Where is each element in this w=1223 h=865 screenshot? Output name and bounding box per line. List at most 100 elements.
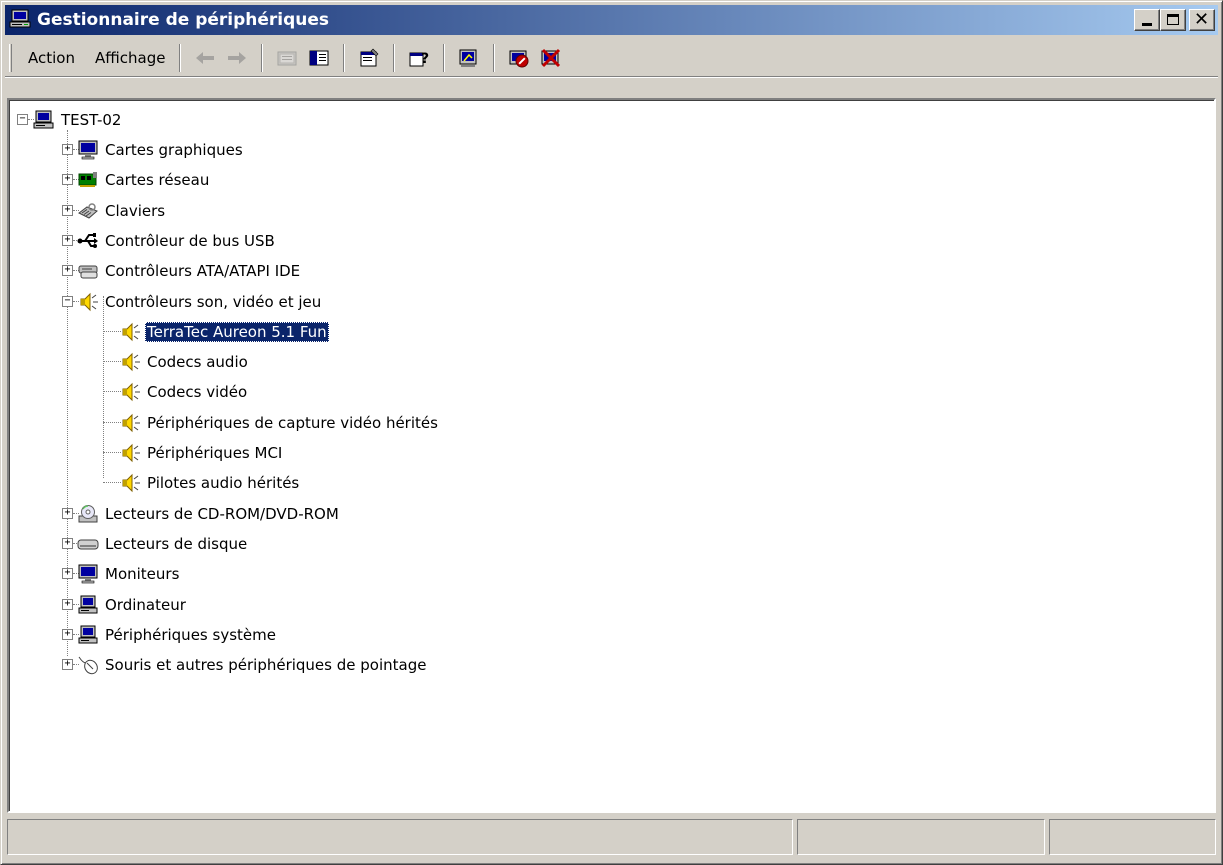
up-folder-button[interactable]	[272, 44, 302, 72]
expand-toggle[interactable]: +	[62, 599, 73, 610]
expand-toggle[interactable]: +	[62, 629, 73, 640]
tree-category-label: Souris et autres périphériques de pointa…	[105, 656, 427, 674]
close-button[interactable]: ✕	[1189, 9, 1215, 31]
show-hide-tree-button[interactable]	[304, 44, 334, 72]
back-button[interactable]	[190, 44, 220, 72]
computer-icon	[33, 109, 55, 131]
scan-hardware-button[interactable]	[454, 44, 484, 72]
tree-category-label: Lecteurs de CD-ROM/DVD-ROM	[105, 505, 339, 523]
properties-button[interactable]	[354, 44, 384, 72]
expand-toggle[interactable]: +	[62, 659, 73, 670]
minimize-icon	[1142, 23, 1152, 26]
tree-device-label: Codecs vidéo	[147, 383, 248, 401]
tree-device-label-selected: TerraTec Aureon 5.1 Fun	[145, 322, 329, 342]
tree-device[interactable]: Codecs vidéo	[119, 380, 249, 404]
menu-action-label: Action	[28, 48, 75, 67]
disable-device-icon	[509, 50, 529, 67]
network-card-icon	[77, 169, 99, 191]
maximize-icon	[1167, 14, 1179, 25]
tree-device-label: Périphériques de capture vidéo hérités	[147, 414, 438, 432]
tree-category-label: Cartes réseau	[105, 171, 210, 189]
computer-icon	[9, 9, 33, 31]
minimize-button[interactable]	[1134, 9, 1160, 31]
tree-category-label: Moniteurs	[105, 565, 180, 583]
collapse-toggle[interactable]: −	[17, 114, 28, 125]
menu-view-label: Affichage	[94, 48, 166, 67]
tree-category[interactable]: Périphériques système	[77, 623, 278, 647]
expand-toggle[interactable]: +	[62, 265, 73, 276]
tree-category[interactable]: Contrôleurs ATA/ATAPI IDE	[77, 259, 302, 283]
console-tree-icon	[309, 50, 329, 65]
tree-category[interactable]: Cartes réseau	[77, 168, 211, 192]
tree-category-label: Contrôleur de bus USB	[105, 232, 275, 250]
menu-grip[interactable]	[9, 43, 12, 72]
tree-category-label: Lecteurs de disque	[105, 535, 248, 553]
title-bar[interactable]: Gestionnaire de périphériques ✕	[5, 5, 1218, 35]
expand-toggle[interactable]: +	[62, 568, 73, 579]
tree-device-label: Périphériques MCI	[147, 444, 283, 462]
expand-toggle[interactable]: +	[62, 174, 73, 185]
tree-category-label: Contrôleurs ATA/ATAPI IDE	[105, 262, 301, 280]
tree-category[interactable]: Contrôleur de bus USB	[77, 229, 277, 253]
tree-category[interactable]: Souris et autres périphériques de pointa…	[77, 653, 428, 677]
maximize-button[interactable]	[1160, 9, 1186, 31]
system-device-icon	[77, 624, 99, 646]
toolbar-separator	[493, 43, 496, 72]
uninstall-device-button[interactable]	[536, 44, 566, 72]
status-bar	[5, 819, 1218, 855]
forward-button[interactable]	[222, 44, 252, 72]
folder-up-icon	[277, 51, 297, 65]
status-cell-main	[7, 819, 793, 855]
toolbar-separator	[343, 43, 346, 72]
tree-category[interactable]: Claviers	[77, 199, 167, 223]
expand-toggle[interactable]: +	[62, 235, 73, 246]
tree-root-label: TEST-02	[61, 111, 122, 129]
scan-hardware-icon	[459, 49, 477, 67]
display-adapter-icon	[77, 139, 99, 161]
tree-category-label: Contrôleurs son, vidéo et jeu	[105, 293, 322, 311]
tree-device[interactable]: TerraTec Aureon 5.1 Fun	[119, 320, 329, 344]
tree-category[interactable]: Lecteurs de disque	[77, 532, 249, 556]
tree-category[interactable]: Contrôleurs son, vidéo et jeu	[77, 290, 323, 314]
disable-device-button[interactable]	[504, 44, 534, 72]
tree-category-label: Cartes graphiques	[105, 141, 243, 159]
device-tree: − TEST-02 + Cartes graphiques + Cartes rése…	[9, 100, 1214, 811]
help-icon: ?	[409, 51, 430, 67]
collapse-toggle[interactable]: −	[62, 296, 73, 307]
toolbar-separator	[261, 43, 264, 72]
toolbar-separator	[393, 43, 396, 72]
expand-toggle[interactable]: +	[62, 205, 73, 216]
help-button[interactable]: ?	[404, 44, 434, 72]
close-icon: ✕	[1194, 9, 1210, 30]
tree-category[interactable]: Lecteurs de CD-ROM/DVD-ROM	[77, 502, 341, 526]
tree-device[interactable]: Périphériques de capture vidéo hérités	[119, 411, 440, 435]
window-controls: ✕	[1134, 9, 1215, 31]
tree-device[interactable]: Pilotes audio hérités	[119, 471, 301, 495]
speaker-icon	[119, 412, 141, 434]
tree-category-label: Ordinateur	[105, 596, 186, 614]
tree-category[interactable]: Ordinateur	[77, 593, 188, 617]
menu-view[interactable]: Affichage	[85, 45, 175, 71]
tree-root[interactable]: TEST-02	[33, 108, 123, 132]
tree-device[interactable]: Codecs audio	[119, 350, 250, 374]
toolbar-separator	[443, 43, 446, 72]
tree-device[interactable]: Périphériques MCI	[119, 441, 284, 465]
speaker-icon	[119, 472, 141, 494]
expand-toggle[interactable]: +	[62, 144, 73, 155]
speaker-icon	[119, 321, 141, 343]
expand-toggle[interactable]: +	[62, 508, 73, 519]
tree-device-label: Pilotes audio hérités	[147, 474, 300, 492]
svg-text:?: ?	[421, 51, 429, 67]
properties-icon	[360, 48, 379, 66]
mouse-icon	[77, 654, 99, 676]
tree-category[interactable]: Moniteurs	[77, 562, 181, 586]
menu-action[interactable]: Action	[18, 45, 85, 71]
expand-toggle[interactable]: +	[62, 538, 73, 549]
window-title: Gestionnaire de périphériques	[37, 10, 330, 30]
tree-category-label: Périphériques système	[105, 626, 276, 644]
monitor-icon	[77, 563, 99, 585]
tree-category[interactable]: Cartes graphiques	[77, 138, 245, 162]
ide-controller-icon	[77, 260, 99, 282]
keyboard-icon	[77, 200, 99, 222]
device-tree-pane[interactable]: − TEST-02 + Cartes graphiques + Cartes rése…	[7, 98, 1216, 813]
